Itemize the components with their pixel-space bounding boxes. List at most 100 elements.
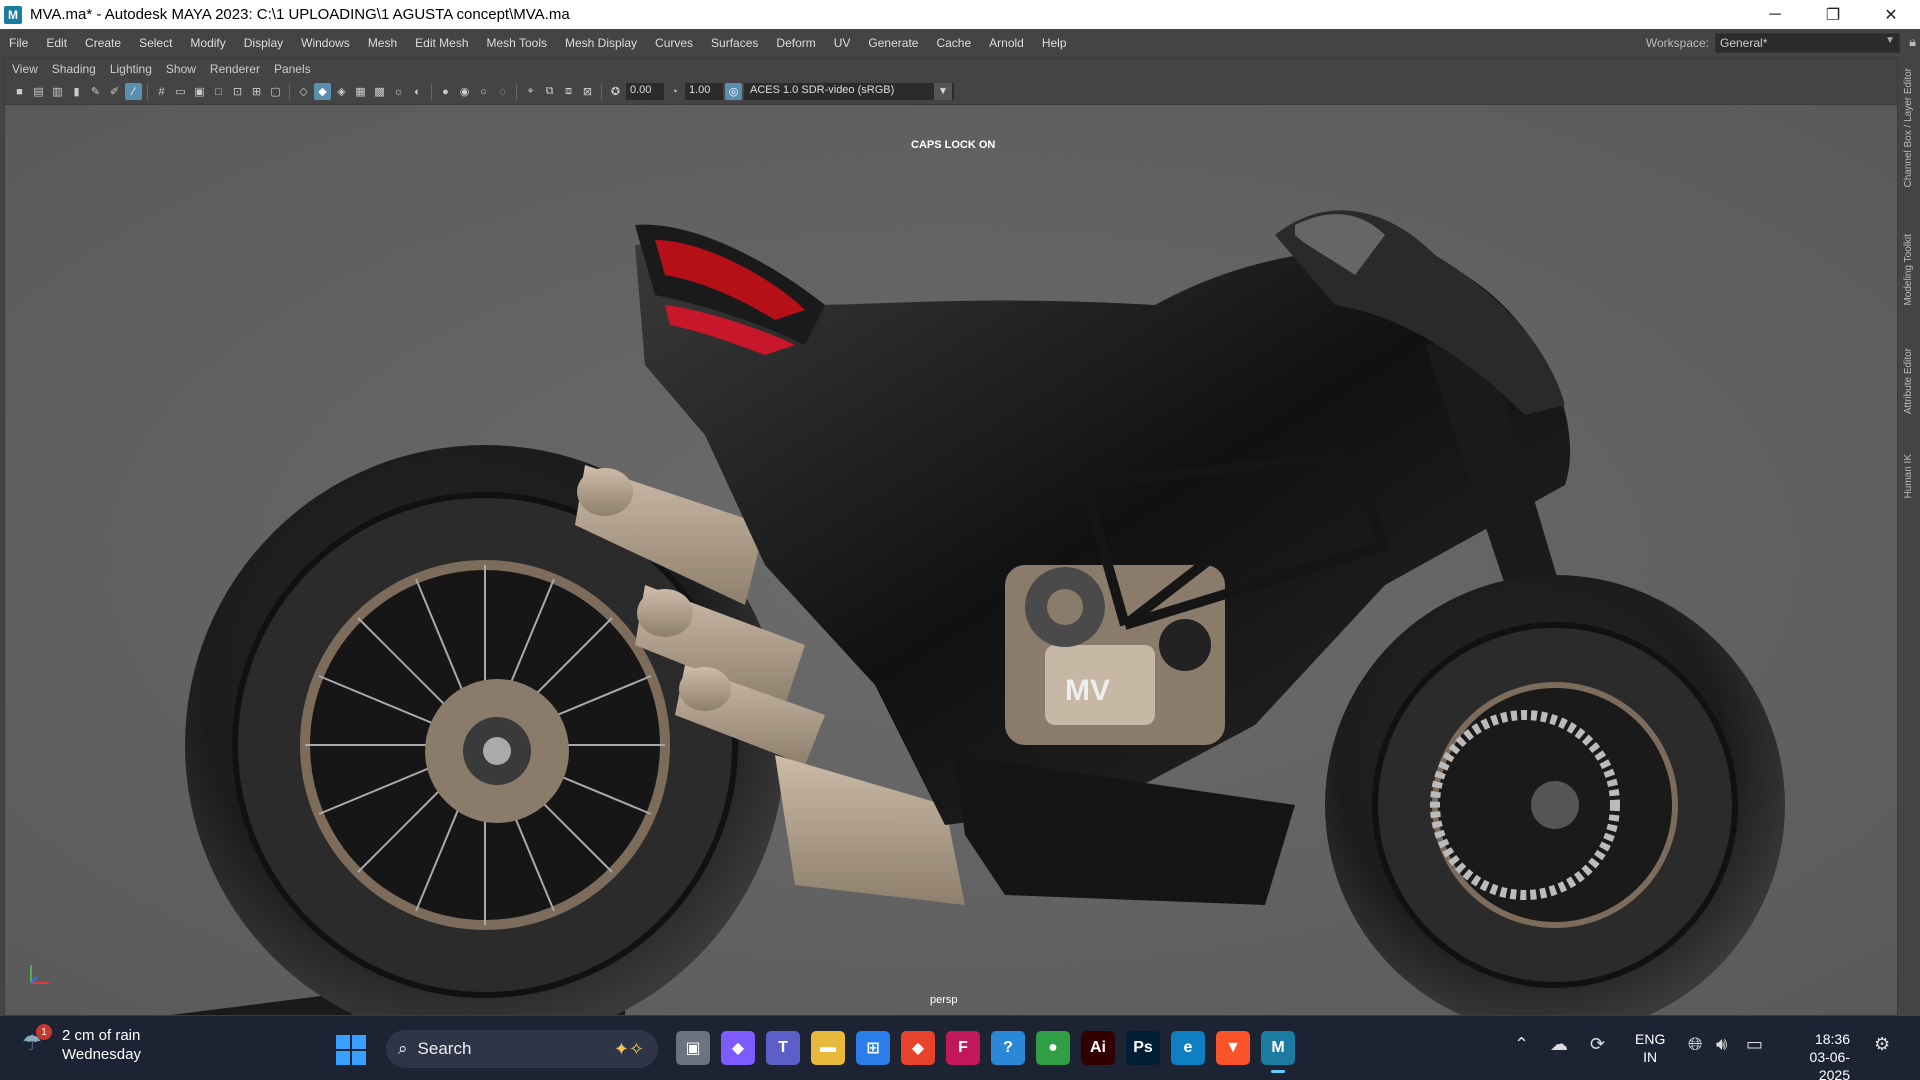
checker-icon[interactable]: ▩ bbox=[371, 83, 388, 100]
network-icon[interactable]: 🌐︎ bbox=[1688, 1034, 1702, 1055]
camera-select-icon[interactable]: ■ bbox=[11, 83, 28, 100]
toolbar-separator bbox=[601, 83, 602, 100]
chrome-icon[interactable]: ● bbox=[1036, 1031, 1070, 1065]
panel-menu-lighting[interactable]: Lighting bbox=[103, 62, 159, 76]
shaded-icon[interactable]: ▢ bbox=[267, 83, 284, 100]
safe-title-icon[interactable]: ⊞ bbox=[248, 83, 265, 100]
photoshop-icon[interactable]: Ps bbox=[1126, 1031, 1160, 1065]
menu-create[interactable]: Create bbox=[76, 36, 130, 50]
panel-menu-panels[interactable]: Panels bbox=[267, 62, 318, 76]
menu-deform[interactable]: Deform bbox=[767, 36, 824, 50]
film-gate-icon[interactable]: ⁄ bbox=[125, 83, 142, 100]
wireframe-icon[interactable]: ◇ bbox=[295, 83, 312, 100]
battery-icon[interactable]: ▭ bbox=[1746, 1034, 1763, 1055]
perspective-viewport[interactable]: View Shading Lighting Show Renderer Pane… bbox=[4, 58, 1898, 1016]
edge-icon[interactable]: e bbox=[1171, 1031, 1205, 1065]
panel-menu-show[interactable]: Show bbox=[159, 62, 203, 76]
color-management-icon[interactable]: ◎ bbox=[725, 83, 742, 100]
notifications-icon[interactable]: ⚙ bbox=[1874, 1034, 1890, 1055]
textured-icon[interactable]: ▦ bbox=[352, 83, 369, 100]
start-button[interactable] bbox=[336, 1035, 366, 1065]
tab-attribute-editor[interactable]: Attribute Editor bbox=[1903, 348, 1914, 414]
menu-cache[interactable]: Cache bbox=[927, 36, 980, 50]
copilot-icon[interactable]: ◆ bbox=[721, 1031, 755, 1065]
maya-app-icon[interactable]: M bbox=[4, 5, 22, 24]
tab-modeling-toolkit[interactable]: Modeling Toolkit bbox=[1903, 234, 1914, 306]
brave-icon[interactable]: ▼ bbox=[1216, 1031, 1250, 1065]
grid-icon[interactable]: # bbox=[153, 83, 170, 100]
menu-select[interactable]: Select bbox=[130, 36, 181, 50]
minimize-button[interactable]: ─ bbox=[1746, 0, 1804, 29]
grease-pencil-icon[interactable]: ✐ bbox=[106, 83, 123, 100]
xray-active-icon[interactable]: ⊠ bbox=[579, 83, 596, 100]
gamma-field[interactable]: 1.00 bbox=[685, 83, 723, 100]
wireframe-on-shaded-icon[interactable]: ◈ bbox=[333, 83, 350, 100]
gate-mask-icon[interactable]: ▣ bbox=[191, 83, 208, 100]
resolution-gate-icon[interactable]: ▭ bbox=[172, 83, 189, 100]
xray-icon[interactable]: ⧉ bbox=[541, 83, 558, 100]
tab-channel-box[interactable]: Channel Box / Layer Editor bbox=[1903, 68, 1914, 188]
menu-help[interactable]: Help bbox=[1033, 36, 1076, 50]
field-chart-icon[interactable]: □ bbox=[210, 83, 227, 100]
image-plane-icon[interactable]: ▮ bbox=[68, 83, 85, 100]
menu-curves[interactable]: Curves bbox=[646, 36, 702, 50]
view-transform-dropdown[interactable]: ACES 1.0 SDR-video (sRGB) ▼ bbox=[744, 83, 954, 100]
menu-surfaces[interactable]: Surfaces bbox=[702, 36, 767, 50]
safe-action-icon[interactable]: ⊡ bbox=[229, 83, 246, 100]
gamma-icon[interactable]: ◔ bbox=[666, 83, 683, 100]
maya-icon[interactable]: M bbox=[1261, 1031, 1295, 1073]
camera-attributes-icon[interactable]: ▤ bbox=[30, 83, 47, 100]
menu-mesh-tools[interactable]: Mesh Tools bbox=[478, 36, 556, 50]
sync-icon[interactable]: ⟳ bbox=[1590, 1034, 1605, 1055]
menu-modify[interactable]: Modify bbox=[181, 36, 234, 50]
menu-uv[interactable]: UV bbox=[825, 36, 860, 50]
menu-mesh[interactable]: Mesh bbox=[359, 36, 406, 50]
teams-icon[interactable]: T bbox=[766, 1031, 800, 1065]
depth-of-field-icon[interactable]: ◌ bbox=[494, 83, 511, 100]
volume-icon[interactable]: 🔊︎ bbox=[1716, 1034, 1727, 1055]
file-explorer-icon[interactable]: ▬ bbox=[811, 1031, 845, 1065]
motion-blur-icon[interactable]: ◉ bbox=[456, 83, 473, 100]
anydesk-icon[interactable]: ◆ bbox=[901, 1031, 935, 1065]
menu-edit-mesh[interactable]: Edit Mesh bbox=[406, 36, 477, 50]
forza-icon[interactable]: F bbox=[946, 1031, 980, 1065]
smooth-shade-icon[interactable]: ◆ bbox=[314, 83, 331, 100]
anti-aliasing-icon[interactable]: ○ bbox=[475, 83, 492, 100]
illustrator-icon[interactable]: Ai bbox=[1081, 1031, 1115, 1065]
close-button[interactable]: ✕ bbox=[1862, 0, 1920, 29]
app-updater-icon[interactable]: ? bbox=[991, 1031, 1025, 1065]
exposure-field[interactable]: 0.00 bbox=[626, 83, 664, 100]
clock[interactable]: 18:36 03-06-2025 bbox=[1786, 1030, 1850, 1080]
xray-joints-icon[interactable]: ⧈ bbox=[560, 83, 577, 100]
maximize-button[interactable]: ❐ bbox=[1804, 0, 1862, 29]
menu-windows[interactable]: Windows bbox=[292, 36, 359, 50]
panel-menu-shading[interactable]: Shading bbox=[45, 62, 103, 76]
workspace-dropdown[interactable]: General* ▼ bbox=[1715, 32, 1900, 53]
shadows-icon[interactable]: ◐ bbox=[409, 83, 426, 100]
exposure-icon[interactable]: ✪ bbox=[607, 83, 624, 100]
taskbar-search[interactable]: ⌕ Search ✦✧ bbox=[386, 1030, 658, 1068]
panel-menu-renderer[interactable]: Renderer bbox=[203, 62, 267, 76]
bookmark-icon[interactable]: ▥ bbox=[49, 83, 66, 100]
lock-icon[interactable]: 🔒︎ bbox=[1909, 34, 1916, 50]
task-view-icon[interactable]: ▣ bbox=[676, 1031, 710, 1065]
2d-pan-zoom-icon[interactable]: ✎ bbox=[87, 83, 104, 100]
menu-generate[interactable]: Generate bbox=[859, 36, 927, 50]
menu-edit[interactable]: Edit bbox=[37, 36, 76, 50]
rain-icon: ☂ 1 bbox=[22, 1024, 52, 1060]
weather-widget[interactable]: ☂ 1 2 cm of rain Wednesday bbox=[22, 1024, 141, 1064]
motorcycle-scene[interactable]: MV bbox=[5, 105, 1898, 1016]
menu-file[interactable]: File bbox=[0, 36, 37, 50]
panel-menu-view[interactable]: View bbox=[5, 62, 45, 76]
microsoft-store-icon[interactable]: ⊞ bbox=[856, 1031, 890, 1065]
lights-icon[interactable]: ☼ bbox=[390, 83, 407, 100]
isolate-select-icon[interactable]: ⌖ bbox=[522, 83, 539, 100]
tab-human-ik[interactable]: Human IK bbox=[1903, 454, 1914, 498]
menu-mesh-display[interactable]: Mesh Display bbox=[556, 36, 646, 50]
menu-display[interactable]: Display bbox=[235, 36, 292, 50]
show-hidden-icons-icon[interactable]: ⌃ bbox=[1514, 1034, 1529, 1055]
onedrive-icon[interactable]: ☁ bbox=[1550, 1034, 1568, 1055]
menu-arnold[interactable]: Arnold bbox=[980, 36, 1033, 50]
language-indicator[interactable]: ENG IN bbox=[1635, 1030, 1665, 1066]
ambient-occlusion-icon[interactable]: ● bbox=[437, 83, 454, 100]
